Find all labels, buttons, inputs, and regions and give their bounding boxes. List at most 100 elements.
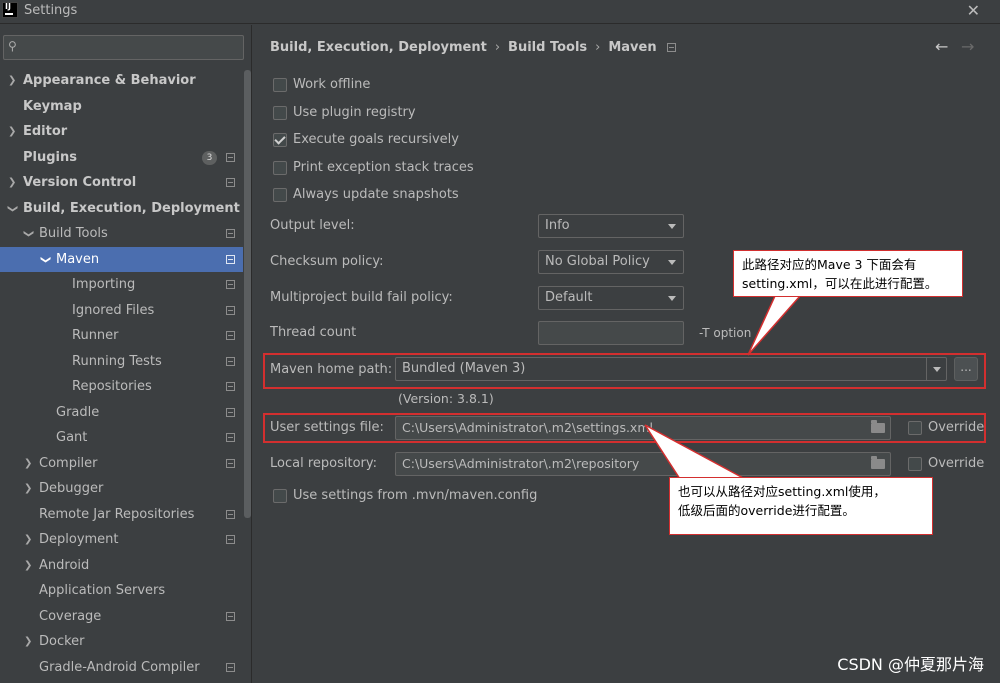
settings-tree: ❯ Appearance & Behavior Keymap ❯ Editor Pl… <box>0 68 243 680</box>
folder-icon[interactable] <box>871 456 885 469</box>
checkbox[interactable] <box>908 457 922 471</box>
sidebar-item-repositories[interactable]: Repositories <box>0 374 243 400</box>
sidebar-item-build-tools[interactable]: ❯ Build Tools <box>0 221 243 247</box>
project-settings-icon <box>666 43 676 52</box>
sidebar-item-gant[interactable]: Gant <box>0 425 243 451</box>
sidebar-item-runner[interactable]: Runner <box>0 323 243 349</box>
sidebar-item-gradle-android-compiler[interactable]: Gradle-Android Compiler <box>0 655 243 681</box>
thread-count-hint: -T option <box>699 326 752 340</box>
maven-home-select[interactable]: Bundled (Maven 3) <box>395 357 947 381</box>
sidebar-item-keymap[interactable]: Keymap <box>0 94 243 120</box>
sidebar-item-running-tests[interactable]: Running Tests <box>0 349 243 375</box>
csdn-watermark: CSDN @仲夏那片海 <box>837 655 984 674</box>
chevron-down-icon: ❯ <box>22 229 34 238</box>
sidebar-item-remote-jar-repositories[interactable]: Remote Jar Repositories <box>0 502 243 528</box>
user-settings-label: User settings file: <box>270 420 384 435</box>
search-icon: ⚲ <box>8 39 17 53</box>
chevron-right-icon: › <box>595 40 601 55</box>
project-settings-icon <box>226 280 235 289</box>
project-settings-icon <box>226 662 235 672</box>
checkbox[interactable] <box>273 106 287 120</box>
checkbox[interactable] <box>273 161 287 175</box>
user-settings-annotation: 也可以从路径对应setting.xml使用， 低级后面的override进行配置… <box>669 477 933 535</box>
sidebar-item-build-execution-deployment[interactable]: ❯ Build, Execution, Deployment <box>0 196 243 222</box>
title-bar: IJ Settings ✕ <box>0 0 1000 24</box>
plugins-update-badge: 3 <box>202 150 217 165</box>
user-settings-file-input[interactable]: C:\Users\Administrator\.m2\settings.xml <box>395 416 891 440</box>
chevron-right-icon: ❯ <box>8 126 17 137</box>
breadcrumb: Build, Execution, Deployment › Build Tools… <box>270 40 676 55</box>
sidebar-item-application-servers[interactable]: Application Servers <box>0 578 243 604</box>
sidebar-item-coverage[interactable]: Coverage <box>0 604 243 630</box>
browse-maven-home-button[interactable]: ... <box>954 357 978 381</box>
sidebar-item-debugger[interactable]: ❯ Debugger <box>0 476 243 502</box>
checkbox[interactable] <box>273 78 287 92</box>
chevron-right-icon: ❯ <box>8 75 17 86</box>
sidebar-item-docker[interactable]: ❯ Docker <box>0 629 243 655</box>
sidebar-item-editor[interactable]: ❯ Editor <box>0 119 243 145</box>
chevron-right-icon: ❯ <box>24 457 33 469</box>
chevron-down-icon <box>668 224 676 229</box>
breadcrumb-item[interactable]: Build Tools <box>508 40 587 55</box>
checksum-policy-label: Checksum policy: <box>270 254 384 269</box>
thread-count-input[interactable] <box>538 321 684 345</box>
chevron-down-icon <box>668 296 676 301</box>
sidebar-scrollbar[interactable] <box>244 70 251 518</box>
search-input[interactable] <box>26 38 238 57</box>
chevron-right-icon: ❯ <box>8 177 17 188</box>
sidebar-item-importing[interactable]: Importing <box>0 272 243 298</box>
project-settings-icon <box>226 611 235 621</box>
project-settings-icon <box>226 331 235 340</box>
local-repository-input[interactable]: C:\Users\Administrator\.m2\repository <box>395 452 891 476</box>
forward-arrow-icon[interactable]: → <box>961 37 974 56</box>
maven-settings-panel: Build, Execution, Deployment › Build Tools… <box>253 25 1000 683</box>
local-repository-label: Local repository: <box>270 456 377 471</box>
checkbox[interactable] <box>908 421 922 435</box>
project-settings-icon <box>226 535 235 544</box>
folder-icon[interactable] <box>871 420 885 433</box>
settings-search[interactable]: ⚲ <box>3 35 244 60</box>
sidebar-item-appearance-behavior[interactable]: ❯ Appearance & Behavior <box>0 68 243 94</box>
back-arrow-icon[interactable]: ← <box>935 37 948 56</box>
chevron-down-icon[interactable] <box>926 358 946 380</box>
thread-count-label: Thread count <box>270 325 357 340</box>
sidebar-item-deployment[interactable]: ❯ Deployment <box>0 527 243 553</box>
project-settings-icon <box>226 356 235 366</box>
project-settings-icon <box>226 382 235 391</box>
project-settings-icon <box>226 433 235 442</box>
maven-home-label: Maven home path: <box>270 362 393 377</box>
checkbox-checked[interactable] <box>273 133 287 147</box>
close-icon[interactable]: ✕ <box>967 1 980 20</box>
sidebar-item-compiler[interactable]: ❯ Compiler <box>0 451 243 477</box>
breadcrumb-item[interactable]: Build, Execution, Deployment <box>270 40 487 55</box>
sidebar-item-android[interactable]: ❯ Android <box>0 553 243 579</box>
project-settings-icon <box>226 407 235 417</box>
chevron-right-icon: ❯ <box>24 559 33 571</box>
sidebar-item-plugins[interactable]: Plugins 3 <box>0 145 243 171</box>
checkbox[interactable] <box>273 188 287 202</box>
chevron-right-icon: ❯ <box>24 534 33 545</box>
checkbox[interactable] <box>273 489 287 503</box>
chevron-down-icon: ❯ <box>6 204 18 213</box>
output-level-select[interactable]: Info <box>538 214 684 238</box>
project-settings-icon <box>226 458 235 468</box>
chevron-right-icon: ❯ <box>24 483 33 494</box>
checksum-policy-select[interactable]: No Global Policy <box>538 250 684 274</box>
sidebar-item-version-control[interactable]: ❯ Version Control <box>0 170 243 196</box>
maven-home-annotation: 此路径对应的Mave 3 下面会有 setting.xml，可以在此进行配置。 <box>733 250 963 297</box>
settings-sidebar: ⚲ ❯ Appearance & Behavior Keymap ❯ Editor … <box>0 25 252 683</box>
project-settings-icon <box>226 305 235 315</box>
chevron-right-icon: › <box>494 40 501 55</box>
sidebar-item-ignored-files[interactable]: Ignored Files <box>0 298 243 324</box>
maven-version-text: (Version: 3.8.1) <box>398 391 494 406</box>
project-settings-icon <box>226 152 235 162</box>
chevron-down-icon <box>668 260 676 265</box>
multiproject-fail-policy-label: Multiproject build fail policy: <box>270 290 453 305</box>
multiproject-fail-policy-select[interactable]: Default <box>538 286 684 310</box>
sidebar-item-gradle[interactable]: Gradle <box>0 400 243 426</box>
sidebar-item-maven[interactable]: ❯ Maven <box>0 246 243 272</box>
project-settings-icon <box>226 509 235 519</box>
intellij-app-icon: IJ <box>2 2 18 18</box>
chevron-down-icon: ❯ <box>39 255 51 264</box>
chevron-right-icon: ❯ <box>24 636 33 647</box>
